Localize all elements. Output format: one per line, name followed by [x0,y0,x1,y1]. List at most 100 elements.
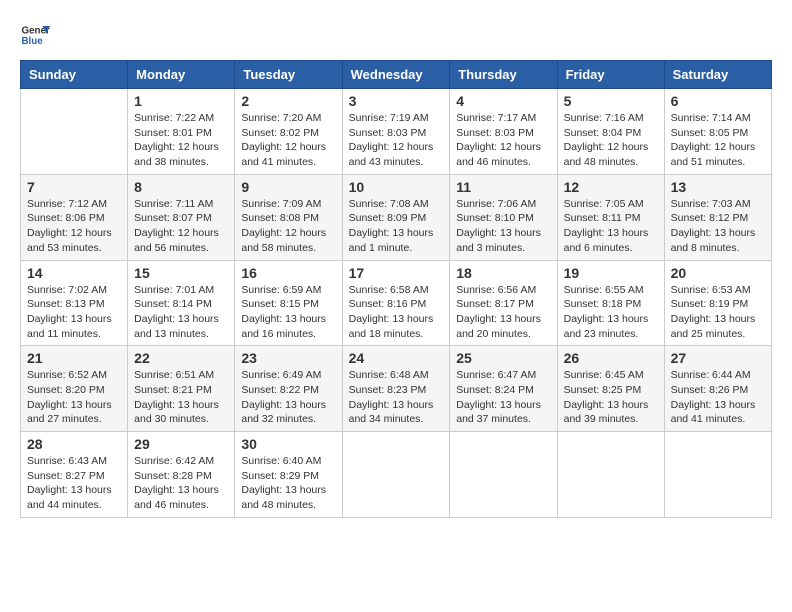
day-number: 28 [27,436,121,452]
day-number: 20 [671,265,765,281]
logo-icon: General Blue [20,20,50,50]
day-info: Sunrise: 7:22 AM Sunset: 8:01 PM Dayligh… [134,111,228,170]
day-number: 2 [241,93,335,109]
day-info: Sunrise: 6:45 AM Sunset: 8:25 PM Dayligh… [564,368,658,427]
day-info: Sunrise: 6:42 AM Sunset: 8:28 PM Dayligh… [134,454,228,513]
day-info: Sunrise: 7:16 AM Sunset: 8:04 PM Dayligh… [564,111,658,170]
calendar-cell [557,432,664,518]
day-number: 8 [134,179,228,195]
calendar-cell: 16 Sunrise: 6:59 AM Sunset: 8:15 PM Dayli… [235,260,342,346]
day-number: 9 [241,179,335,195]
day-info: Sunrise: 6:55 AM Sunset: 8:18 PM Dayligh… [564,283,658,342]
calendar-table: SundayMondayTuesdayWednesdayThursdayFrid… [20,60,772,518]
calendar-cell: 18 Sunrise: 6:56 AM Sunset: 8:17 PM Dayli… [450,260,557,346]
day-info: Sunrise: 6:56 AM Sunset: 8:17 PM Dayligh… [456,283,550,342]
calendar-cell: 3Sunrise: 7:19 AM Sunset: 8:03 PM Daylig… [342,89,450,175]
day-info: Sunrise: 7:08 AM Sunset: 8:09 PM Dayligh… [349,197,444,256]
day-number: 10 [349,179,444,195]
day-info: Sunrise: 7:05 AM Sunset: 8:11 PM Dayligh… [564,197,658,256]
calendar-day-header: Tuesday [235,61,342,89]
day-info: Sunrise: 6:53 AM Sunset: 8:19 PM Dayligh… [671,283,765,342]
day-number: 7 [27,179,121,195]
calendar-cell: 27 Sunrise: 6:44 AM Sunset: 8:26 PM Dayli… [664,346,771,432]
calendar-cell: 9Sunrise: 7:09 AM Sunset: 8:08 PM Daylig… [235,174,342,260]
day-number: 22 [134,350,228,366]
calendar-cell: 14 Sunrise: 7:02 AM Sunset: 8:13 PM Dayli… [21,260,128,346]
day-info: Sunrise: 7:17 AM Sunset: 8:03 PM Dayligh… [456,111,550,170]
calendar-week-row: 21 Sunrise: 6:52 AM Sunset: 8:20 PM Dayli… [21,346,772,432]
day-info: Sunrise: 7:12 AM Sunset: 8:06 PM Dayligh… [27,197,121,256]
day-number: 13 [671,179,765,195]
calendar-cell: 5 Sunrise: 7:16 AM Sunset: 8:04 PM Daylig… [557,89,664,175]
day-number: 21 [27,350,121,366]
calendar-cell: 23 Sunrise: 6:49 AM Sunset: 8:22 PM Dayli… [235,346,342,432]
calendar-cell: 25 Sunrise: 6:47 AM Sunset: 8:24 PM Dayli… [450,346,557,432]
calendar-cell: 13 Sunrise: 7:03 AM Sunset: 8:12 PM Dayli… [664,174,771,260]
calendar-cell: 4Sunrise: 7:17 AM Sunset: 8:03 PM Daylig… [450,89,557,175]
day-info: Sunrise: 7:01 AM Sunset: 8:14 PM Dayligh… [134,283,228,342]
logo: General Blue [20,20,50,50]
calendar-cell [664,432,771,518]
calendar-day-header: Thursday [450,61,557,89]
day-info: Sunrise: 6:52 AM Sunset: 8:20 PM Dayligh… [27,368,121,427]
day-number: 26 [564,350,658,366]
day-number: 24 [349,350,444,366]
day-number: 5 [564,93,658,109]
day-info: Sunrise: 7:06 AM Sunset: 8:10 PM Dayligh… [456,197,550,256]
calendar-cell: 8 Sunrise: 7:11 AM Sunset: 8:07 PM Daylig… [128,174,235,260]
day-info: Sunrise: 7:20 AM Sunset: 8:02 PM Dayligh… [241,111,335,170]
calendar-day-header: Wednesday [342,61,450,89]
day-number: 23 [241,350,335,366]
day-info: Sunrise: 6:40 AM Sunset: 8:29 PM Dayligh… [241,454,335,513]
day-number: 14 [27,265,121,281]
day-number: 12 [564,179,658,195]
day-number: 3 [349,93,444,109]
calendar-cell: 6Sunrise: 7:14 AM Sunset: 8:05 PM Daylig… [664,89,771,175]
calendar-cell [450,432,557,518]
calendar-cell: 29Sunrise: 6:42 AM Sunset: 8:28 PM Dayli… [128,432,235,518]
page-header: General Blue [20,20,772,50]
day-info: Sunrise: 6:44 AM Sunset: 8:26 PM Dayligh… [671,368,765,427]
calendar-day-header: Friday [557,61,664,89]
calendar-cell: 28Sunrise: 6:43 AM Sunset: 8:27 PM Dayli… [21,432,128,518]
day-info: Sunrise: 7:11 AM Sunset: 8:07 PM Dayligh… [134,197,228,256]
day-number: 27 [671,350,765,366]
day-info: Sunrise: 6:47 AM Sunset: 8:24 PM Dayligh… [456,368,550,427]
day-number: 16 [241,265,335,281]
calendar-week-row: 14 Sunrise: 7:02 AM Sunset: 8:13 PM Dayli… [21,260,772,346]
day-info: Sunrise: 7:03 AM Sunset: 8:12 PM Dayligh… [671,197,765,256]
calendar-cell: 12 Sunrise: 7:05 AM Sunset: 8:11 PM Dayli… [557,174,664,260]
day-info: Sunrise: 7:02 AM Sunset: 8:13 PM Dayligh… [27,283,121,342]
calendar-cell: 19 Sunrise: 6:55 AM Sunset: 8:18 PM Dayli… [557,260,664,346]
calendar-cell: 26 Sunrise: 6:45 AM Sunset: 8:25 PM Dayli… [557,346,664,432]
day-info: Sunrise: 6:48 AM Sunset: 8:23 PM Dayligh… [349,368,444,427]
day-number: 18 [456,265,550,281]
day-info: Sunrise: 6:49 AM Sunset: 8:22 PM Dayligh… [241,368,335,427]
calendar-day-header: Monday [128,61,235,89]
calendar-day-header: Sunday [21,61,128,89]
day-number: 1 [134,93,228,109]
svg-text:Blue: Blue [22,36,44,47]
calendar-cell: 2 Sunrise: 7:20 AM Sunset: 8:02 PM Daylig… [235,89,342,175]
day-number: 15 [134,265,228,281]
calendar-cell [342,432,450,518]
calendar-cell: 30 Sunrise: 6:40 AM Sunset: 8:29 PM Dayli… [235,432,342,518]
calendar-week-row: 1 Sunrise: 7:22 AM Sunset: 8:01 PM Daylig… [21,89,772,175]
calendar-cell: 20 Sunrise: 6:53 AM Sunset: 8:19 PM Dayli… [664,260,771,346]
day-info: Sunrise: 6:58 AM Sunset: 8:16 PM Dayligh… [349,283,444,342]
day-info: Sunrise: 6:59 AM Sunset: 8:15 PM Dayligh… [241,283,335,342]
day-number: 19 [564,265,658,281]
day-number: 17 [349,265,444,281]
calendar-cell: 24 Sunrise: 6:48 AM Sunset: 8:23 PM Dayli… [342,346,450,432]
calendar-cell: 17 Sunrise: 6:58 AM Sunset: 8:16 PM Dayli… [342,260,450,346]
day-info: Sunrise: 7:14 AM Sunset: 8:05 PM Dayligh… [671,111,765,170]
calendar-cell: 22Sunrise: 6:51 AM Sunset: 8:21 PM Dayli… [128,346,235,432]
calendar-cell: 7 Sunrise: 7:12 AM Sunset: 8:06 PM Daylig… [21,174,128,260]
day-number: 30 [241,436,335,452]
calendar-day-header: Saturday [664,61,771,89]
calendar-cell: 15 Sunrise: 7:01 AM Sunset: 8:14 PM Dayli… [128,260,235,346]
calendar-cell: 10 Sunrise: 7:08 AM Sunset: 8:09 PM Dayli… [342,174,450,260]
day-number: 25 [456,350,550,366]
calendar-week-row: 28Sunrise: 6:43 AM Sunset: 8:27 PM Dayli… [21,432,772,518]
calendar-cell: 11Sunrise: 7:06 AM Sunset: 8:10 PM Dayli… [450,174,557,260]
